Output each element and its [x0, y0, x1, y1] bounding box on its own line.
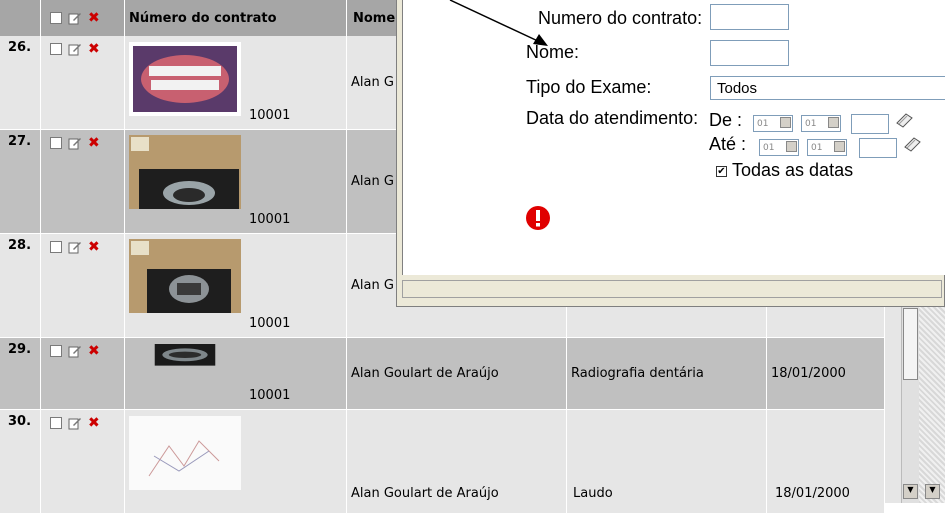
contract-cell: 10001 [125, 36, 347, 130]
delete-icon[interactable]: ✖ [88, 344, 100, 358]
select-all-checkbox[interactable] [50, 12, 62, 24]
scroll-down-icon[interactable]: ▼ [903, 484, 918, 499]
scroll-track[interactable]: ▼ [901, 290, 920, 503]
all-dates-checkbox[interactable]: ✔ [716, 166, 727, 177]
from-day-select[interactable]: 01 [753, 115, 793, 132]
name-cell: Alan Goulart de Araújo [347, 338, 567, 410]
contract-number: 10001 [249, 388, 291, 403]
row-actions: ✖ [41, 410, 125, 514]
scroll-track[interactable] [885, 290, 901, 503]
delete-icon[interactable]: ✖ [88, 11, 100, 25]
edit-icon[interactable] [68, 136, 82, 150]
row-actions: ✖ [41, 338, 125, 410]
name-label: Nome: [526, 42, 580, 62]
row-checkbox[interactable] [50, 241, 62, 253]
contract-input[interactable] [710, 4, 789, 30]
delete-icon[interactable]: ✖ [88, 136, 100, 150]
xray-thumbnail[interactable] [129, 238, 241, 314]
edit-icon[interactable] [68, 240, 82, 254]
contract-number: 10001 [249, 212, 291, 227]
row-index: 30. [0, 410, 41, 514]
exam-type-label: Tipo do Exame: [526, 77, 652, 97]
row-checkbox[interactable] [50, 43, 62, 55]
delete-icon[interactable]: ✖ [88, 416, 100, 430]
date-label: Data do atendimento: [526, 108, 699, 128]
contract-label: Numero do contrato: [538, 8, 703, 28]
contract-cell: 10001 [125, 130, 347, 234]
exam-cell: Laudo [567, 410, 767, 514]
name-cell: Alan Goulart de Araújo [347, 410, 567, 514]
dialog-status-bar [402, 280, 942, 298]
row-checkbox[interactable] [50, 417, 62, 429]
contract-cell: 10001 [125, 234, 347, 338]
contract-cell: 10001 [125, 338, 347, 410]
alert-icon [526, 206, 550, 230]
date-cell: 18/01/2000 [767, 338, 885, 410]
all-dates-label: Todas as datas [732, 160, 854, 180]
header-contract[interactable]: Número do contrato [125, 0, 347, 36]
contract-number: 10001 [249, 108, 291, 123]
to-month-select[interactable]: 01 [807, 139, 847, 156]
to-label: Até : [709, 134, 747, 154]
search-filter-dialog: Numero do contrato: Nome: Tipo do Exame:… [396, 0, 945, 307]
exam-type-select[interactable]: Todos [710, 76, 945, 100]
row-actions: ✖ [41, 36, 125, 130]
row-checkbox[interactable] [50, 137, 62, 149]
report-sketch-thumbnail[interactable] [129, 416, 241, 490]
row-index: 29. [0, 338, 41, 410]
row-index: 27. [0, 130, 41, 234]
scroll-thumb[interactable] [903, 308, 918, 380]
filter-panel: Numero do contrato: Nome: Tipo do Exame:… [402, 0, 945, 275]
date-cell: 18/01/2000 [767, 410, 885, 514]
contract-number: 10001 [249, 316, 291, 331]
from-month-select[interactable]: 01 [801, 115, 841, 132]
edit-icon[interactable] [68, 11, 82, 25]
exam-cell: Radiografia dentária [567, 338, 767, 410]
name-input[interactable] [710, 40, 789, 66]
row-index: 26. [0, 36, 41, 130]
table-row: 30. ✖ Alan Goulart de Araújo Laudo 18/01… [0, 410, 885, 514]
row-actions: ✖ [41, 130, 125, 234]
delete-icon[interactable]: ✖ [88, 42, 100, 56]
scroll-track[interactable]: ▼ [919, 290, 945, 503]
edit-icon[interactable] [68, 42, 82, 56]
header-index-col [0, 0, 41, 36]
header-actions-col: ✖ [41, 0, 125, 36]
edit-icon[interactable] [68, 344, 82, 358]
contract-cell [125, 410, 347, 514]
teeth-photo-thumbnail[interactable] [129, 42, 241, 116]
row-checkbox[interactable] [50, 345, 62, 357]
scroll-down-icon[interactable]: ▼ [925, 484, 940, 499]
from-year-input[interactable] [851, 114, 889, 134]
vertical-scrollbar[interactable]: ▼ ▼ [885, 290, 945, 503]
calendar-icon[interactable] [893, 110, 915, 130]
row-index: 28. [0, 234, 41, 338]
to-day-select[interactable]: 01 [759, 139, 799, 156]
edit-icon[interactable] [68, 416, 82, 430]
xray-thumbnail[interactable] [129, 134, 241, 210]
table-row: 29. ✖ 10001 Alan Goulart de Araújo Radio… [0, 338, 885, 410]
panoramic-xray-thumbnail[interactable] [129, 344, 241, 384]
row-actions: ✖ [41, 234, 125, 338]
to-year-input[interactable] [859, 138, 897, 158]
delete-icon[interactable]: ✖ [88, 240, 100, 254]
from-label: De : [709, 110, 743, 130]
calendar-icon[interactable] [901, 134, 923, 154]
